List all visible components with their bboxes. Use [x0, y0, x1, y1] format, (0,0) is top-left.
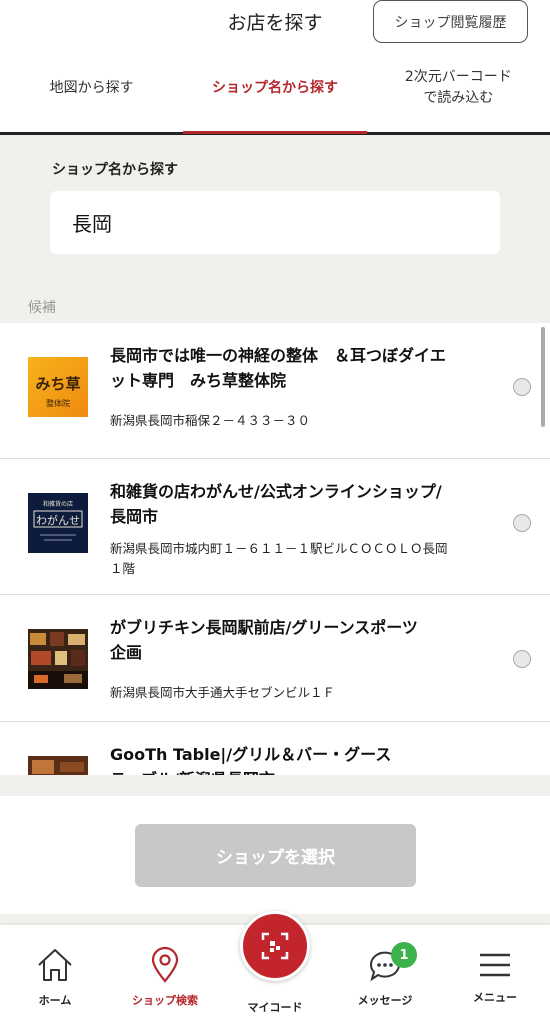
shop-name: がブリチキン長岡駅前店/グリーンスポーツ 企画 — [110, 615, 500, 665]
tab-map-search-label: 地図から探す — [49, 79, 134, 96]
shop-address-line2: １階 — [110, 561, 136, 576]
shop-name-line1: がブリチキン長岡駅前店/グリーンスポーツ — [110, 618, 418, 637]
shop-thumbnail — [28, 756, 88, 775]
list-item[interactable]: みち草 整体院 長岡市では唯一の神経の整体 ＆耳つぼダイエ ット専門 みち草整体… — [0, 323, 550, 459]
shop-address-line1: 新潟県長岡市城内町１－６１１－１駅ビルＣＯＣＯＬＯ長岡 — [110, 541, 448, 556]
candidate-list[interactable]: みち草 整体院 長岡市では唯一の神経の整体 ＆耳つぼダイエ ット専門 みち草整体… — [0, 323, 550, 775]
shop-thumbnail: みち草 整体院 — [28, 357, 88, 417]
select-radio[interactable] — [513, 514, 531, 532]
shop-logo-title: わがんせ — [36, 513, 80, 527]
shop-logo-sub: 和雑貨の店 — [43, 500, 73, 508]
search-section: ショップ名から探す 候補 — [0, 135, 550, 325]
nav-mycode[interactable]: マイコード — [220, 911, 330, 1024]
shop-photo-image — [28, 756, 88, 775]
tab-bar: 地図から探す ショップ名から探す 2次元バーコード で読み込む — [0, 58, 550, 134]
shop-name-line2: 長岡市 — [110, 507, 159, 526]
hamburger-menu-icon — [480, 953, 510, 977]
shop-name-line2: 企画 — [110, 643, 143, 662]
shop-thumbnail: 和雑貨の店 わがんせ — [28, 493, 88, 553]
tab-shop-name-search-label: ショップ名から探す — [211, 79, 338, 96]
qr-scan-icon — [261, 932, 289, 960]
nav-home-label: ホーム — [38, 994, 72, 1007]
shop-name-line2: ット専門 みち草整体院 — [110, 371, 287, 390]
tab-barcode-label-line1: 2次元バーコード — [404, 69, 512, 85]
list-item[interactable]: 和雑貨の店 わがんせ 和雑貨の店わがんせ/公式オンラインショップ/ 長岡市 新潟… — [0, 459, 550, 595]
nav-home[interactable]: ホーム — [0, 925, 110, 1024]
shop-name-search-input[interactable] — [50, 191, 500, 254]
shop-name-line2: テーブル/新潟県長岡市 — [110, 767, 500, 775]
shop-address: 新潟県長岡市大手通大手セブンビル１Ｆ — [110, 685, 336, 700]
shop-name-line1: 和雑貨の店わがんせ/公式オンラインショップ/ — [110, 482, 442, 501]
search-label: ショップ名から探す — [52, 162, 178, 178]
map-pin-icon — [151, 946, 179, 983]
shop-thumbnail — [28, 629, 88, 689]
shop-address: 新潟県長岡市稲保２－４３３－３０ — [110, 413, 311, 428]
home-icon — [38, 949, 72, 981]
select-radio[interactable] — [513, 378, 531, 396]
tab-map-search[interactable]: 地図から探す — [0, 58, 183, 134]
list-item[interactable]: GooTh Table|/グリル＆バー・グース テーブル/新潟県長岡市 — [0, 722, 550, 775]
header: お店を探す ショップ閲覧履歴 地図から探す ショップ名から探す 2次元バーコード… — [0, 0, 550, 135]
shop-name: 長岡市では唯一の神経の整体 ＆耳つぼダイエ ット専門 みち草整体院 — [110, 343, 500, 393]
nav-menu-label: メニュー — [473, 991, 517, 1004]
nav-shop-search-label: ショップ検索 — [132, 994, 198, 1007]
shop-address: 新潟県長岡市城内町１－６１１－１駅ビルＣＯＣＯＬＯ長岡 １階 — [110, 539, 505, 579]
shop-name-line1: 長岡市では唯一の神経の整体 ＆耳つぼダイエ — [110, 346, 446, 365]
tab-shop-name-search[interactable]: ショップ名から探す — [183, 58, 367, 134]
select-radio[interactable] — [513, 650, 531, 668]
bottom-navigation: ホーム ショップ検索 マイコード メッセージ メニュー — [0, 911, 550, 1024]
shop-photo-image — [28, 629, 88, 689]
mycode-button[interactable] — [240, 911, 310, 981]
nav-menu[interactable]: メニュー — [440, 925, 550, 1024]
nav-message-label: メッセージ — [357, 994, 413, 1007]
shop-name-line1: GooTh Table|/グリル＆バー・グース — [110, 745, 392, 764]
nav-message[interactable]: メッセージ — [330, 925, 440, 1024]
select-button-area: ショップを選択 — [0, 796, 550, 914]
list-item[interactable]: がブリチキン長岡駅前店/グリーンスポーツ 企画 新潟県長岡市大手通大手セブンビル… — [0, 595, 550, 722]
shop-history-button[interactable]: ショップ閲覧履歴 — [373, 0, 528, 43]
shop-name: 和雑貨の店わがんせ/公式オンラインショップ/ 長岡市 — [110, 479, 500, 529]
tab-barcode-scan-label: 2次元バーコード で読み込む — [405, 67, 512, 109]
tab-barcode-label-line2: で読み込む — [423, 90, 494, 106]
message-count-badge: 1 — [391, 942, 417, 968]
shop-name: GooTh Table|/グリル＆バー・グース テーブル/新潟県長岡市 — [110, 742, 500, 775]
candidates-label: 候補 — [28, 300, 56, 316]
tab-barcode-scan[interactable]: 2次元バーコード で読み込む — [367, 58, 550, 134]
select-shop-button[interactable]: ショップを選択 — [135, 824, 416, 887]
shop-logo-image: みち草 整体院 — [35, 375, 80, 408]
shop-logo-title: みち草 — [35, 375, 80, 393]
shop-logo-sub: 整体院 — [46, 398, 70, 408]
nav-shop-search[interactable]: ショップ検索 — [110, 925, 220, 1024]
shop-logo-image: 和雑貨の店 わがんせ — [33, 500, 83, 541]
nav-mycode-label: マイコード — [247, 1001, 303, 1014]
